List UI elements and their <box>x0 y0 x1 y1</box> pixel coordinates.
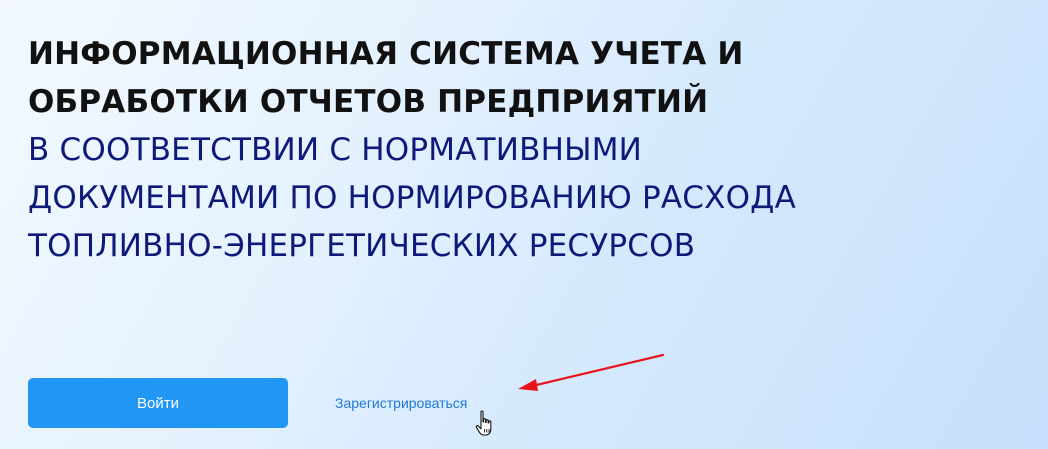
subtitle-line-1: В СООТВЕТСТВИИ С НОРМАТИВНЫМИ <box>28 132 643 168</box>
red-arrow-icon <box>518 353 665 391</box>
page-subtitle: В СООТВЕТСТВИИ С НОРМАТИВНЫМИ ДОКУМЕНТАМ… <box>28 126 1038 270</box>
login-button[interactable]: Войти <box>28 378 288 428</box>
title-line-1: ИНФОРМАЦИОННАЯ СИСТЕМА УЧЕТА И <box>28 36 744 72</box>
subtitle-line-2: ДОКУМЕНТАМИ ПО НОРМИРОВАНИЮ РАСХОДА <box>28 180 796 216</box>
page-title: ИНФОРМАЦИОННАЯ СИСТЕМА УЧЕТА И ОБРАБОТКИ… <box>28 30 1038 126</box>
title-line-2: ОБРАБОТКИ ОТЧЕТОВ ПРЕДПРИЯТИЙ <box>28 84 709 120</box>
subtitle-line-3: ТОПЛИВНО-ЭНЕРГЕТИЧЕСКИХ РЕСУРСОВ <box>28 228 696 264</box>
register-link[interactable]: Зарегистрироваться <box>335 395 467 411</box>
hero-section: ИНФОРМАЦИОННАЯ СИСТЕМА УЧЕТА И ОБРАБОТКИ… <box>28 30 1038 270</box>
hand-cursor-icon <box>475 410 492 436</box>
